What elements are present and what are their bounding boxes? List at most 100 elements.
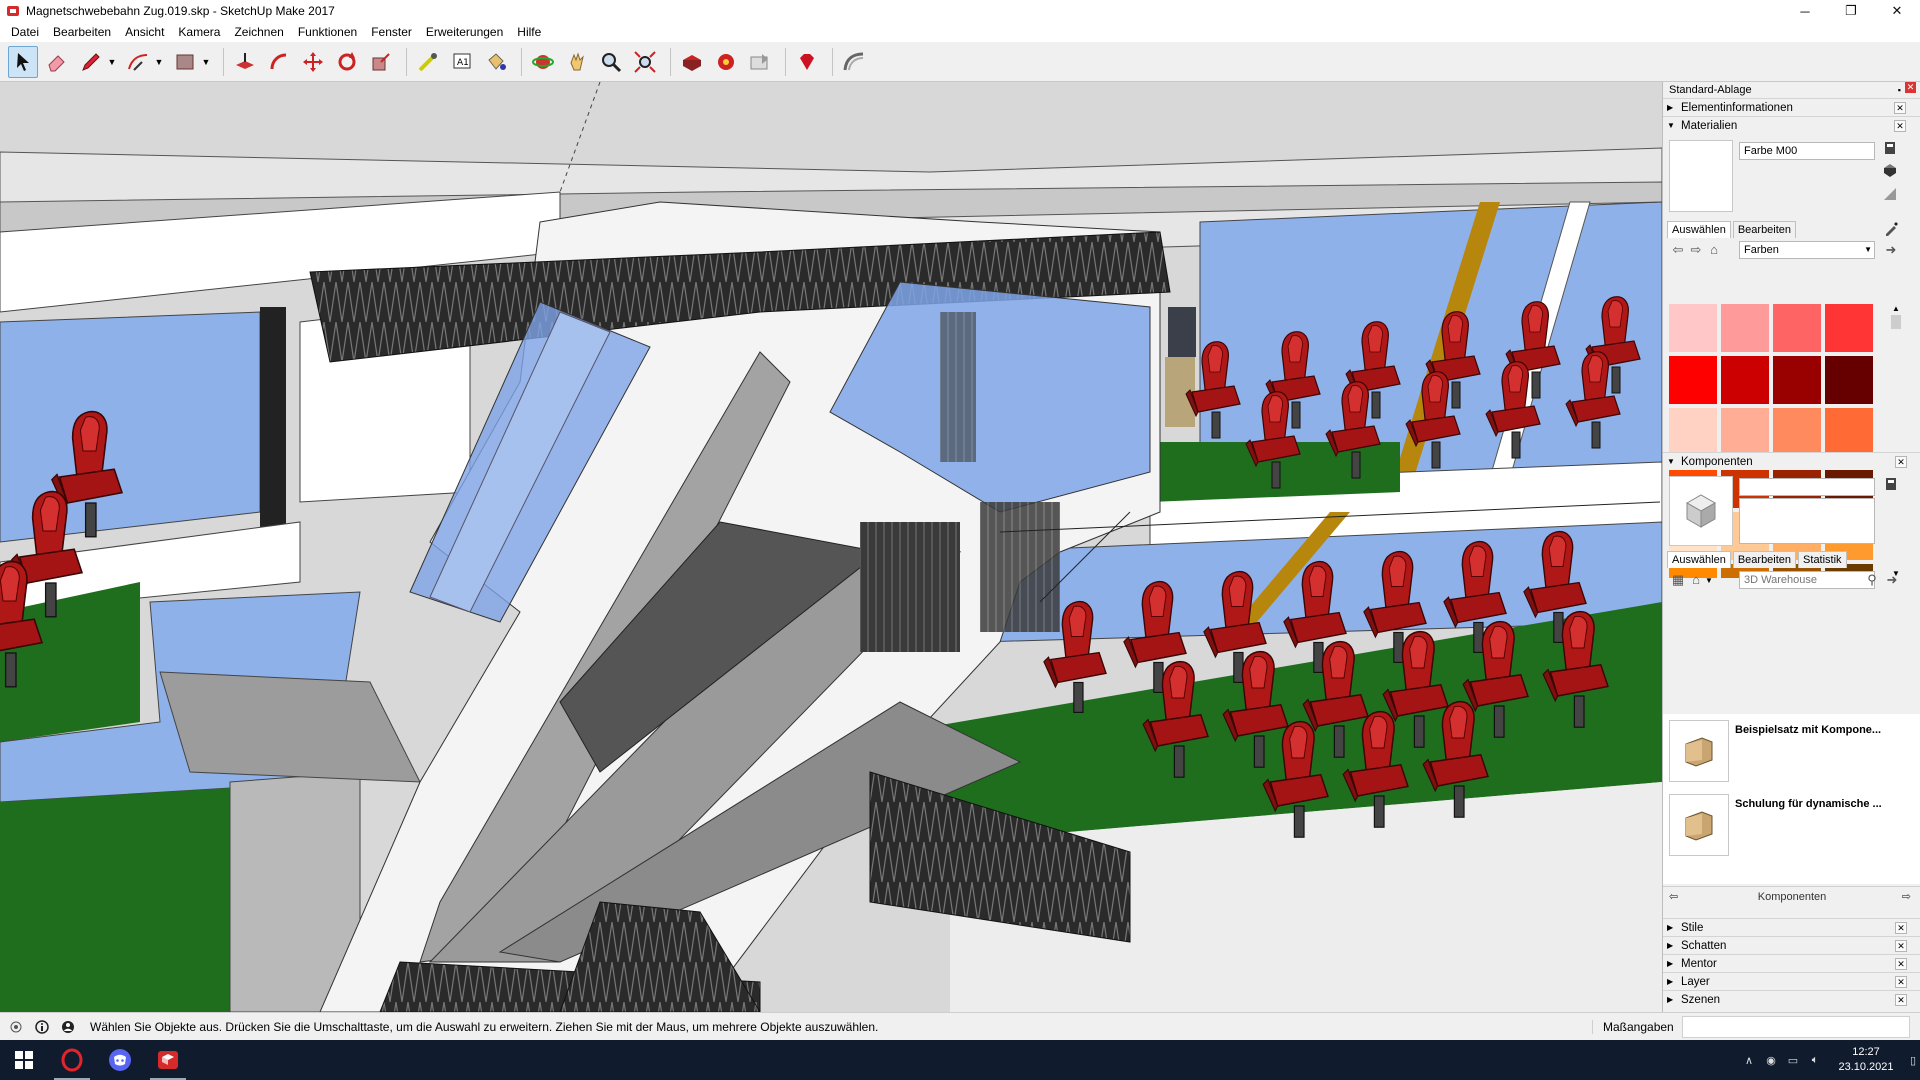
shape-tool-dropdown[interactable]: ▼: [201, 46, 211, 78]
close-icon[interactable]: ✕: [1895, 456, 1907, 468]
close-icon[interactable]: ✕: [1894, 102, 1906, 114]
default-material-icon[interactable]: [1882, 186, 1898, 202]
material-swatch[interactable]: [1773, 304, 1821, 352]
follow-me-tool-button[interactable]: [264, 46, 294, 78]
menu-ansicht[interactable]: Ansicht: [118, 22, 171, 42]
panel-shadows[interactable]: ▶ Schatten ✕: [1663, 936, 1920, 954]
home-icon[interactable]: ⌂: [1705, 241, 1723, 259]
tape-measure-tool-button[interactable]: [413, 46, 443, 78]
panel-entity-info[interactable]: ▶ Elementinformationen ✕: [1663, 98, 1920, 116]
notifications-icon[interactable]: ▯: [1906, 1040, 1920, 1080]
details-arrow-icon[interactable]: ➜: [1883, 571, 1901, 589]
scale-tool-button[interactable]: [366, 46, 396, 78]
measurements-input[interactable]: [1682, 1015, 1910, 1038]
3d-model-scene[interactable]: [0, 82, 1662, 1012]
tab-components-statistics[interactable]: Statistik: [1798, 551, 1847, 568]
credits-info-icon[interactable]: [32, 1017, 52, 1037]
user-account-icon[interactable]: [58, 1017, 78, 1037]
close-icon[interactable]: ✕: [1895, 994, 1907, 1006]
line-tool-dropdown[interactable]: ▼: [107, 46, 117, 78]
tab-components-select[interactable]: Auswählen: [1667, 551, 1731, 568]
speaker-icon[interactable]: 🔈︎: [1804, 1040, 1826, 1080]
chevron-down-icon[interactable]: ▼: [1705, 576, 1713, 585]
menu-funktionen[interactable]: Funktionen: [291, 22, 364, 42]
home-icon[interactable]: ⌂: [1687, 571, 1705, 589]
arc-tool-dropdown[interactable]: ▼: [154, 46, 164, 78]
menu-kamera[interactable]: Kamera: [171, 22, 227, 42]
menu-bearbeiten[interactable]: Bearbeiten: [46, 22, 118, 42]
search-icon[interactable]: ⚲: [1863, 571, 1881, 589]
material-swatch[interactable]: [1721, 356, 1769, 404]
material-name-field[interactable]: Farbe M00: [1739, 142, 1875, 160]
back-arrow-icon[interactable]: ⇦: [1669, 890, 1678, 903]
view-options-icon[interactable]: ▦: [1669, 571, 1687, 589]
arc-tool-button[interactable]: [123, 46, 153, 78]
pan-tool-button[interactable]: [562, 46, 592, 78]
close-icon[interactable]: ✕: [1894, 120, 1906, 132]
app-tray-icon[interactable]: ◉: [1760, 1040, 1782, 1080]
rectangle-tool-button[interactable]: [170, 46, 200, 78]
list-item[interactable]: Schulung für dynamische ...: [1663, 788, 1920, 862]
close-icon[interactable]: ✕: [1895, 976, 1907, 988]
share-model-tool-button[interactable]: [745, 46, 775, 78]
warehouse-search-input[interactable]: [1739, 571, 1875, 589]
component-description-field[interactable]: [1739, 498, 1875, 544]
paint-bucket-tool-button[interactable]: [481, 46, 511, 78]
tab-materials-edit[interactable]: Bearbeiten: [1732, 221, 1797, 238]
minimize-button[interactable]: ─: [1782, 0, 1828, 22]
warehouse-tool-button[interactable]: [677, 46, 707, 78]
details-arrow-icon[interactable]: ➜: [1882, 241, 1900, 259]
material-library-select[interactable]: Farben ▼: [1739, 241, 1875, 259]
tray-close-icon[interactable]: ✕: [1905, 82, 1916, 93]
panel-styles[interactable]: ▶ Stile ✕: [1663, 918, 1920, 936]
material-swatch[interactable]: [1773, 356, 1821, 404]
menu-hilfe[interactable]: Hilfe: [510, 22, 548, 42]
panel-scenes[interactable]: ▶ Szenen ✕: [1663, 990, 1920, 1008]
material-swatch[interactable]: [1721, 304, 1769, 352]
line-tool-button[interactable]: [76, 46, 106, 78]
material-swatch[interactable]: [1669, 408, 1717, 456]
zoom-extents-tool-button[interactable]: [630, 46, 660, 78]
sandbox-tool-button[interactable]: [839, 46, 869, 78]
display-secondary-icon[interactable]: [1882, 140, 1898, 156]
material-swatch[interactable]: [1773, 408, 1821, 456]
start-button[interactable]: [0, 1040, 48, 1080]
eyedropper-icon[interactable]: [1884, 220, 1900, 236]
extension-warehouse-tool-button[interactable]: [711, 46, 741, 78]
forward-arrow-icon[interactable]: ⇨: [1687, 241, 1705, 259]
menu-fenster[interactable]: Fenster: [364, 22, 419, 42]
material-swatch[interactable]: [1825, 356, 1873, 404]
drawing-viewport[interactable]: [0, 82, 1662, 1012]
panel-mentor[interactable]: ▶ Mentor ✕: [1663, 954, 1920, 972]
panel-layers[interactable]: ▶ Layer ✕: [1663, 972, 1920, 990]
close-icon[interactable]: ✕: [1895, 922, 1907, 934]
geolocation-icon[interactable]: [6, 1017, 26, 1037]
move-tool-button[interactable]: [298, 46, 328, 78]
close-icon[interactable]: ✕: [1895, 940, 1907, 952]
extension-manager-tool-button[interactable]: [792, 46, 822, 78]
push-pull-tool-button[interactable]: [230, 46, 260, 78]
eraser-tool-button[interactable]: [42, 46, 72, 78]
panel-components[interactable]: ▼ Komponenten ✕: [1663, 452, 1920, 470]
rotate-tool-button[interactable]: [332, 46, 362, 78]
menu-datei[interactable]: Datei: [4, 22, 46, 42]
network-icon[interactable]: ▭: [1782, 1040, 1804, 1080]
show-hidden-icons-chevron-icon[interactable]: ∧: [1738, 1040, 1760, 1080]
menu-zeichnen[interactable]: Zeichnen: [227, 22, 290, 42]
component-name-field[interactable]: [1739, 478, 1875, 496]
material-swatch[interactable]: [1721, 408, 1769, 456]
display-secondary-icon[interactable]: [1883, 476, 1899, 492]
forward-arrow-icon[interactable]: ⇨: [1902, 890, 1911, 903]
orbit-tool-button[interactable]: [528, 46, 558, 78]
taskbar-opera-button[interactable]: [48, 1040, 96, 1080]
tab-components-edit[interactable]: Bearbeiten: [1732, 551, 1797, 568]
zoom-tool-button[interactable]: [596, 46, 626, 78]
close-button[interactable]: ✕: [1874, 0, 1920, 22]
pin-icon[interactable]: ▪: [1898, 82, 1901, 98]
create-material-icon[interactable]: [1882, 162, 1898, 178]
taskbar-sketchup-button[interactable]: [144, 1040, 192, 1080]
material-swatch[interactable]: [1669, 356, 1717, 404]
taskbar-clock[interactable]: 12:27 23.10.2021: [1826, 1045, 1906, 1075]
taskbar-discord-button[interactable]: [96, 1040, 144, 1080]
material-swatch[interactable]: [1825, 304, 1873, 352]
